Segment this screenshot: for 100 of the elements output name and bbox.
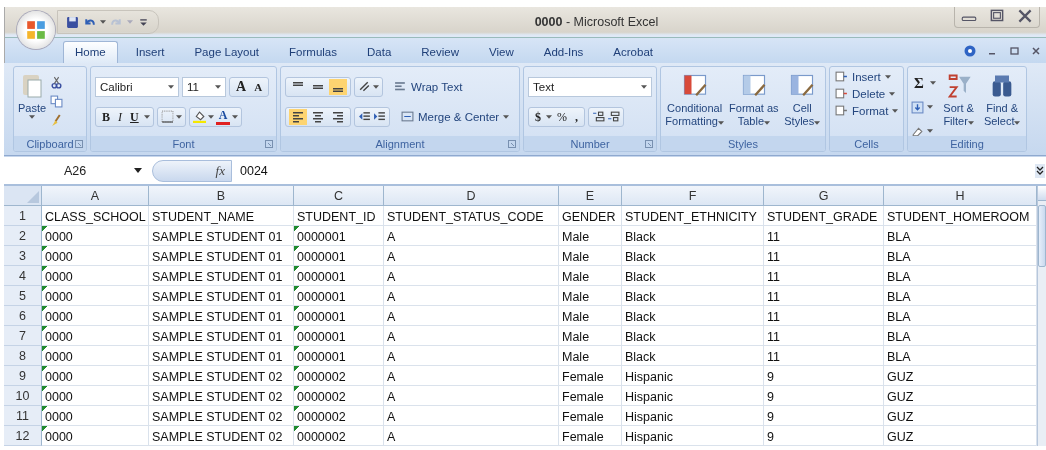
fill-color-icon[interactable] xyxy=(192,110,206,123)
percent-button[interactable]: % xyxy=(554,108,570,125)
fill-down-icon[interactable] xyxy=(911,100,924,114)
merge-center-button[interactable]: Merge & Center xyxy=(399,110,512,123)
underline-button[interactable]: U xyxy=(127,108,142,125)
decrease-indent-icon[interactable] xyxy=(358,110,371,123)
styles-button[interactable]: Format as Table xyxy=(727,70,781,130)
ribbon-tab[interactable]: View xyxy=(477,41,526,63)
office-button[interactable] xyxy=(17,11,55,49)
row-header[interactable]: 6 xyxy=(4,306,42,326)
column-header[interactable]: A xyxy=(42,186,149,206)
caret-icon[interactable] xyxy=(929,81,936,85)
table-cell: Male xyxy=(559,346,622,366)
table-cell: 11 xyxy=(764,286,884,306)
borders-icon[interactable] xyxy=(160,110,174,123)
restore-icon[interactable] xyxy=(1008,44,1020,57)
autosum-button[interactable]: Σ xyxy=(911,75,927,91)
column-header[interactable]: H xyxy=(884,186,1037,206)
italic-button[interactable]: I xyxy=(115,108,125,125)
row-header[interactable]: 3 xyxy=(4,246,42,266)
column-header[interactable]: C xyxy=(294,186,384,206)
caret-icon[interactable] xyxy=(175,114,182,119)
paste-button[interactable]: Paste xyxy=(17,70,48,121)
increase-indent-icon[interactable] xyxy=(373,110,386,123)
row-header[interactable]: 5 xyxy=(4,286,42,306)
decrease-decimal-icon[interactable] xyxy=(607,110,620,123)
column-header[interactable]: F xyxy=(622,186,764,206)
table-cell: Female xyxy=(559,426,622,446)
cells-button[interactable]: Delete xyxy=(833,87,900,100)
table-cell: Female xyxy=(559,366,622,386)
column-header[interactable]: B xyxy=(149,186,294,206)
row-header[interactable]: 10 xyxy=(4,386,42,406)
row-header[interactable]: 9 xyxy=(4,366,42,386)
table-cell: 0000002 xyxy=(294,386,384,406)
ribbon-tab[interactable]: Home xyxy=(63,41,118,63)
shrink-font-button[interactable]: A xyxy=(251,78,266,95)
font-size-dropdown[interactable]: 11 xyxy=(182,76,226,97)
comma-button[interactable]: , xyxy=(572,108,581,125)
caret-icon xyxy=(134,168,142,173)
expand-icon[interactable] xyxy=(1035,163,1045,178)
increase-decimal-icon[interactable] xyxy=(592,110,605,123)
ribbon-tab[interactable]: Data xyxy=(355,41,404,63)
name-box[interactable]: A26 xyxy=(4,163,152,178)
table-cell: Male xyxy=(559,266,622,286)
save-icon[interactable] xyxy=(66,15,79,29)
currency-button[interactable]: $ xyxy=(532,108,544,125)
styles-button[interactable]: Cell Styles xyxy=(782,70,822,130)
group-label: Styles xyxy=(728,137,758,150)
caret-icon[interactable] xyxy=(373,84,379,89)
close-icon[interactable] xyxy=(1030,44,1042,57)
ribbon-tab[interactable]: Page Layout xyxy=(182,41,272,63)
row-header[interactable]: 12 xyxy=(4,426,42,446)
ribbon-tab[interactable]: Formulas xyxy=(277,41,349,63)
caret-icon[interactable] xyxy=(927,105,933,109)
vertical-scrollbar[interactable] xyxy=(1037,186,1046,446)
font-family-dropdown[interactable]: Calibri xyxy=(95,76,179,97)
caret-icon[interactable] xyxy=(207,114,214,119)
table-cell: SAMPLE STUDENT 01 xyxy=(149,226,294,246)
column-header[interactable]: G xyxy=(764,186,884,206)
caret-icon[interactable] xyxy=(546,114,552,119)
cells-button[interactable]: Insert xyxy=(833,70,900,83)
table-cell: 0000001 xyxy=(294,266,384,286)
caret-icon[interactable] xyxy=(232,114,239,119)
column-header[interactable]: E xyxy=(559,186,622,206)
table-cell: Hispanic xyxy=(622,386,764,406)
insert-function-button[interactable]: fx xyxy=(215,162,225,179)
ribbon-tab[interactable]: Add-Ins xyxy=(531,41,596,63)
editing-button[interactable]: Sort & Filter xyxy=(937,70,980,130)
ribbon-tab[interactable]: Review xyxy=(409,41,471,63)
ribbon-tab[interactable]: Insert xyxy=(123,41,177,63)
styles-button[interactable]: Conditional Formatting xyxy=(664,70,726,130)
row-header[interactable]: 2 xyxy=(4,226,42,246)
table-cell: 0000 xyxy=(42,366,149,386)
table-cell: SAMPLE STUDENT 02 xyxy=(149,366,294,386)
editing-button[interactable]: Find & Select xyxy=(981,70,1023,130)
caret-icon[interactable] xyxy=(927,129,933,133)
bold-button[interactable]: B xyxy=(99,108,113,125)
cut-icon[interactable] xyxy=(50,76,64,89)
row-header[interactable]: 11 xyxy=(4,406,42,426)
cells-button[interactable]: Format xyxy=(833,104,900,117)
horizontal-align-icon[interactable] xyxy=(289,108,307,125)
number-format-dropdown[interactable]: Text xyxy=(528,76,652,97)
caret-icon[interactable] xyxy=(100,20,106,24)
table-cell: A xyxy=(384,426,559,446)
help-icon[interactable] xyxy=(964,44,976,57)
row-header[interactable]: 8 xyxy=(4,346,42,366)
caret-icon[interactable] xyxy=(143,114,150,119)
row-header[interactable]: 1 xyxy=(4,206,42,226)
vertical-align-icon[interactable] xyxy=(329,78,347,95)
ribbon-tab[interactable]: Acrobat xyxy=(601,41,665,63)
formula-input[interactable]: 0024 xyxy=(232,163,1035,178)
wrap-text-button[interactable]: Wrap Text xyxy=(392,80,465,93)
row-header[interactable]: 4 xyxy=(4,266,42,286)
orientation-icon[interactable] xyxy=(358,80,371,93)
row-header[interactable]: 7 xyxy=(4,326,42,346)
grow-font-button[interactable]: A xyxy=(233,78,250,95)
table-cell: 11 xyxy=(764,306,884,326)
copy-icon[interactable] xyxy=(50,95,64,108)
eraser-icon[interactable] xyxy=(911,124,924,138)
column-header[interactable]: D xyxy=(384,186,559,206)
